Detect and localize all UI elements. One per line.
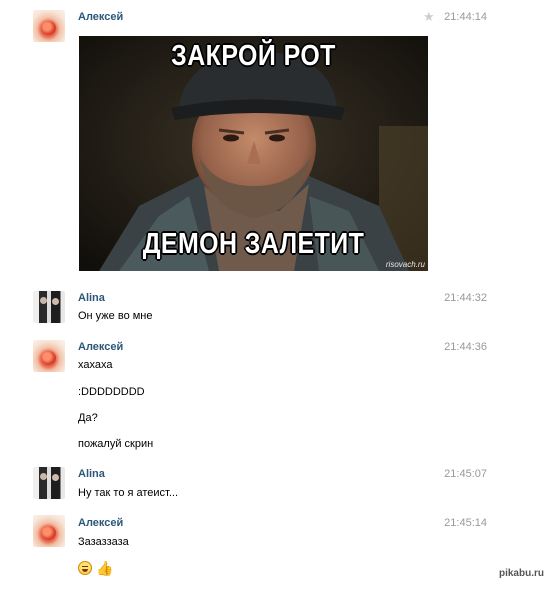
meme-watermark: risovach.ru [385, 260, 425, 269]
meme-image[interactable]: ЗАКРОЙ РОТ ДЕМОН ЗАЛЕТИТ risovach.ru [79, 36, 428, 271]
meme-top-text: ЗАКРОЙ РОТ [171, 40, 336, 72]
avatar-alexey[interactable] [33, 515, 65, 547]
avatar-alina[interactable] [33, 291, 65, 323]
avatar-alina[interactable] [33, 467, 65, 499]
thumbs-up-icon: 👍 [96, 560, 114, 576]
message-time[interactable]: 21:44:36 [444, 341, 487, 353]
author-name[interactable]: Alina [78, 468, 105, 480]
message-text: пожалуй скрин [78, 438, 154, 450]
author-name[interactable]: Алексей [78, 11, 123, 23]
message-time[interactable]: 21:45:07 [444, 468, 487, 480]
site-watermark: pikabu.ru [498, 568, 544, 579]
emoji-row: 👍 [0, 560, 200, 576]
avatar-alexey[interactable] [33, 10, 65, 42]
message-time[interactable]: 21:44:32 [444, 292, 487, 304]
message-time[interactable]: 21:45:14 [444, 517, 487, 529]
message-text: Он уже во мне [78, 310, 153, 322]
author-name[interactable]: Alina [78, 292, 105, 304]
message-text: хахаха [78, 359, 113, 371]
avatar-alexey[interactable] [33, 340, 65, 372]
author-name[interactable]: Алексей [78, 517, 123, 529]
message-time[interactable]: 21:44:14 [444, 11, 487, 23]
star-icon[interactable]: ★ [423, 10, 435, 23]
grinning-face-icon [78, 561, 92, 575]
message-text: Зазаззаза [78, 536, 129, 548]
author-name[interactable]: Алексей [78, 341, 123, 353]
meme-bottom-text: ДЕМОН ЗАЛЕТИТ [142, 228, 365, 260]
message-text: :DDDDDDDD [78, 386, 145, 398]
message-text: Да? [78, 412, 98, 424]
message-text: Ну так то я атеист... [78, 487, 179, 499]
